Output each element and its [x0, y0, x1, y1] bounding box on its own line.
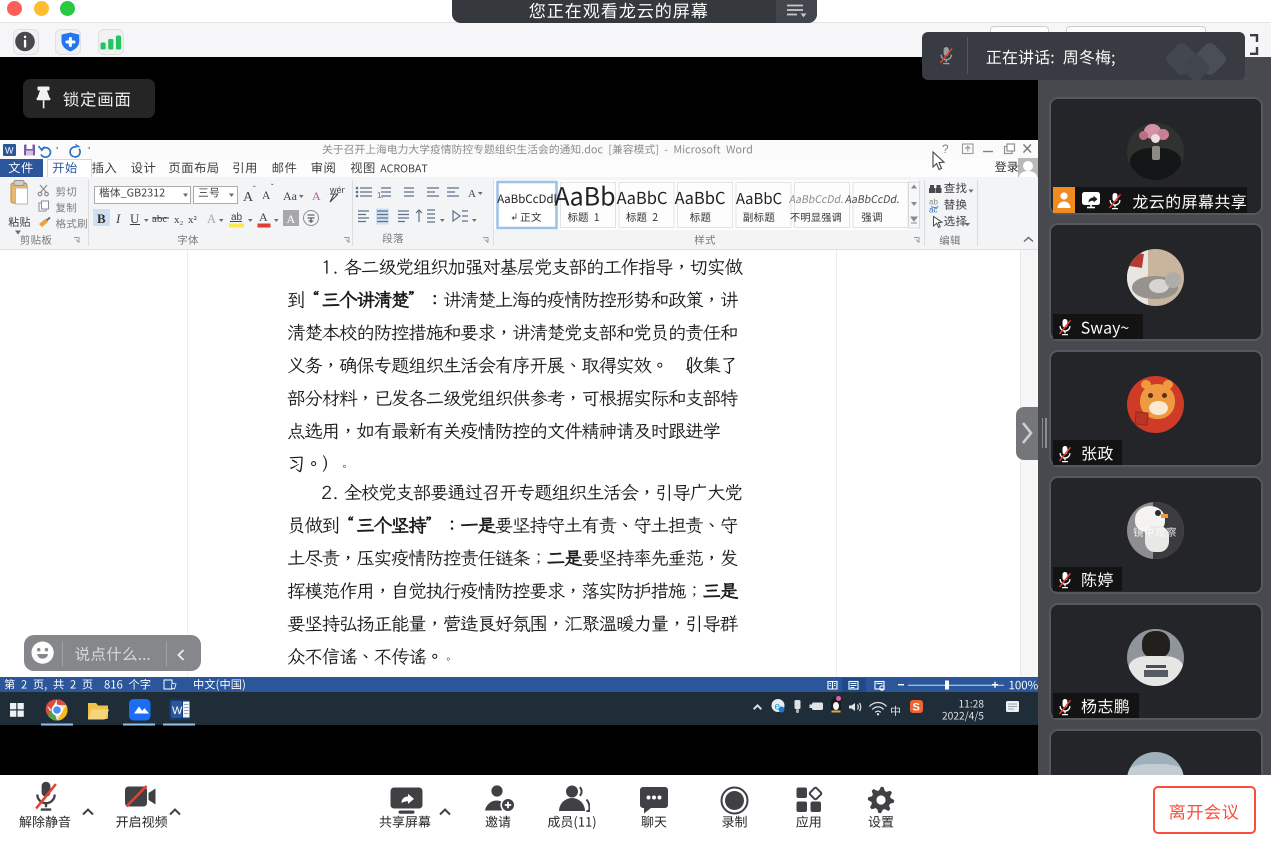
svg-text:W: W [172, 705, 183, 717]
svg-text:ˆ: ˆ [253, 185, 256, 194]
svg-text:x₂: x₂ [174, 214, 184, 226]
svg-text:x²: x² [188, 214, 198, 226]
svg-text:abc: abc [152, 213, 167, 225]
svg-text:B: B [97, 211, 106, 226]
svg-text:A: A [312, 189, 321, 203]
svg-text:S: S [913, 701, 920, 713]
svg-text:Aa: Aa [283, 189, 298, 203]
svg-text:I: I [115, 211, 121, 226]
svg-text:U: U [130, 211, 140, 226]
svg-text:A: A [468, 188, 476, 200]
svg-text:W: W [5, 146, 14, 156]
svg-text:ac: ac [929, 206, 937, 215]
svg-text:A: A [207, 212, 216, 226]
svg-text:ˇ: ˇ [271, 183, 274, 192]
svg-text:1.: 1. [377, 191, 384, 200]
svg-text:A: A [259, 210, 268, 224]
svg-text:A: A [262, 190, 271, 202]
svg-text:A: A [287, 212, 296, 226]
